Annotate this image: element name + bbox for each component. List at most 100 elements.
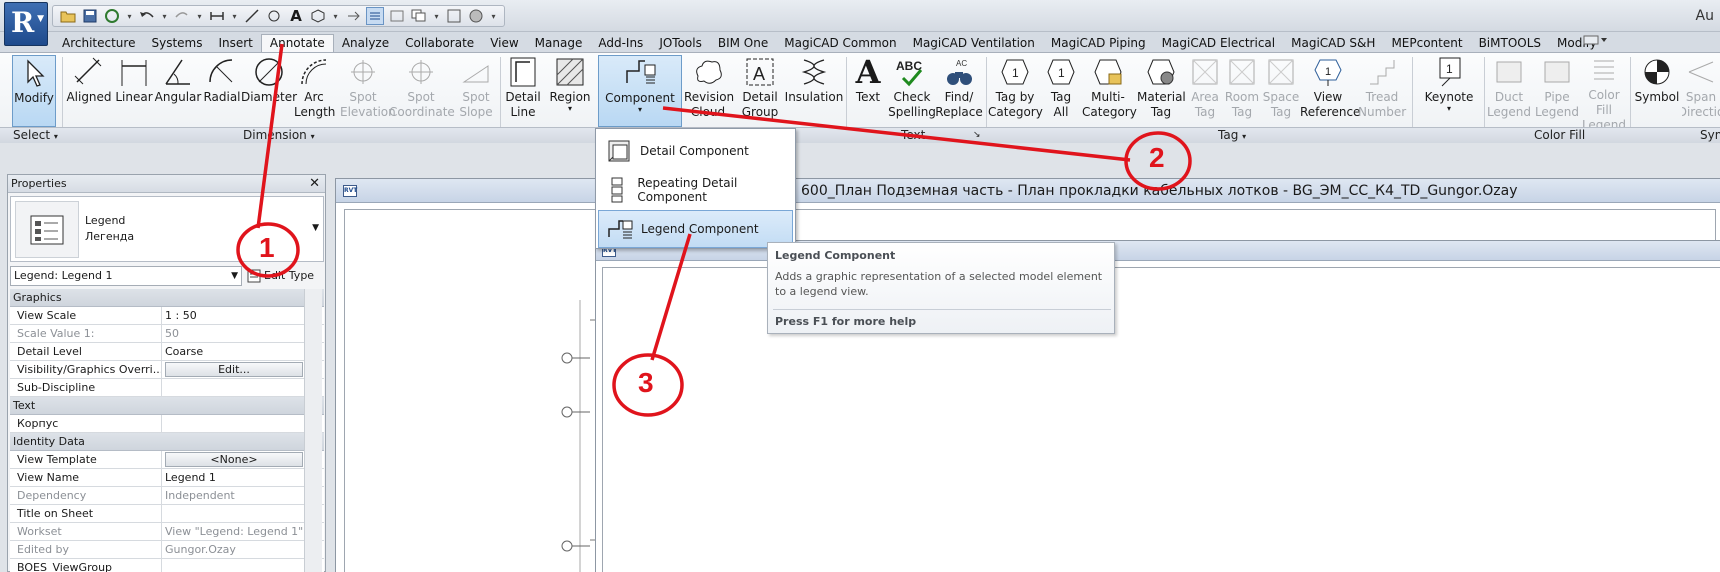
spot-coordinate-button[interactable]: Spot Coordinate	[388, 55, 455, 127]
measure-icon[interactable]	[208, 7, 226, 25]
detail-line-button[interactable]: Detail Line	[504, 55, 542, 127]
span-direction-button[interactable]: Span Directio	[1682, 55, 1720, 127]
radial-dimension-button[interactable]: Radial	[202, 55, 242, 127]
korpus-row[interactable]: Корпус	[10, 415, 324, 433]
linear-dimension-button[interactable]: Linear	[114, 55, 154, 127]
tab-jotools[interactable]: JOTools	[651, 35, 710, 52]
text-button[interactable]: A Text	[850, 55, 886, 127]
thin-lines-icon[interactable]	[366, 7, 384, 25]
detail-group-button[interactable]: A Detail Group	[736, 55, 784, 127]
detail-level-row[interactable]: Detail Level Coarse	[10, 343, 324, 361]
tab-architecture[interactable]: Architecture	[54, 35, 143, 52]
redo-icon[interactable]	[173, 7, 191, 25]
material-tag-button[interactable]: Material Tag	[1136, 55, 1186, 127]
section-icon[interactable]	[344, 7, 362, 25]
spot-slope-button[interactable]: Spot Slope	[456, 55, 496, 127]
keynote-button[interactable]: 1 Keynote ▾	[1422, 55, 1476, 127]
modify-button[interactable]: Modify	[12, 55, 56, 127]
tab-add-ins[interactable]: Add-Ins	[590, 35, 651, 52]
aligned-dimension-button[interactable]: Aligned	[66, 55, 112, 127]
tab-analyze[interactable]: Analyze	[334, 35, 397, 52]
open-icon[interactable]	[59, 7, 77, 25]
region-button[interactable]: Region ▾	[546, 55, 594, 127]
view-title-bar[interactable]: RVT 600_План Подземная часть - План прок…	[336, 179, 1720, 203]
tab-magicad-s-h[interactable]: MagiCAD S&H	[1283, 35, 1383, 52]
settings-icon[interactable]	[467, 7, 485, 25]
space-tag-button[interactable]: Space Tag	[1262, 55, 1300, 127]
edit-type-button[interactable]: Edit Type	[247, 266, 324, 286]
undo-icon[interactable]	[138, 7, 156, 25]
title-on-sheet-row[interactable]: Title on Sheet	[10, 505, 324, 523]
application-menu-button[interactable]: R ▼	[4, 2, 48, 46]
tag-all-button[interactable]: 1 Tag All	[1044, 55, 1078, 127]
sub-discipline-row[interactable]: Sub-Discipline	[10, 379, 324, 397]
detail-component-item[interactable]: Detail Component	[598, 132, 793, 170]
duct-legend-button[interactable]: Duct Legend	[1486, 55, 1532, 127]
instance-filter-dropdown[interactable]: Legend: Legend 1 ▼	[10, 266, 242, 286]
diameter-dimension-button[interactable]: Diameter	[241, 55, 297, 127]
tab-bim-one[interactable]: BIM One	[710, 35, 776, 52]
aligned-dim-icon[interactable]	[243, 7, 261, 25]
3d-view-icon[interactable]	[309, 7, 327, 25]
tag-by-category-button[interactable]: 1 Tag by Category	[988, 55, 1043, 127]
visibility-edit-button[interactable]: Edit...	[165, 362, 303, 377]
tab-insert[interactable]: Insert	[210, 35, 260, 52]
tread-number-button[interactable]: Tread Number	[1358, 55, 1406, 127]
chevron-down-icon[interactable]: ▾	[125, 7, 134, 25]
properties-scrollbar[interactable]	[304, 289, 322, 572]
tab-collaborate[interactable]: Collaborate	[397, 35, 482, 52]
tab-manage[interactable]: Manage	[527, 35, 591, 52]
multi-category-tag-button[interactable]: Multi- Category	[1082, 55, 1137, 127]
view-reference-button[interactable]: 1 View Reference	[1300, 55, 1360, 127]
tab-magicad-electrical[interactable]: MagiCAD Electrical	[1154, 35, 1283, 52]
customize-qat-icon[interactable]: ▾	[489, 7, 498, 25]
check-spelling-button[interactable]: ABC Check Spelling	[888, 55, 936, 127]
text-icon[interactable]: A	[287, 7, 305, 25]
chevron-down-icon[interactable]: ▾	[195, 7, 204, 25]
room-tag-button[interactable]: Room Tag	[1224, 55, 1260, 127]
arc-length-dimension-button[interactable]: Arc Length	[294, 55, 335, 127]
find-replace-button[interactable]: AC Find/ Replace	[934, 55, 984, 127]
switch-windows-icon[interactable]	[410, 7, 428, 25]
tab-annotate[interactable]: Annotate	[260, 34, 334, 52]
chevron-down-icon[interactable]: ▾	[160, 7, 169, 25]
chevron-down-icon[interactable]: ▼	[312, 223, 319, 233]
tab-view[interactable]: View	[482, 35, 526, 52]
dimension-panel-label[interactable]: Dimension ▾	[243, 128, 315, 144]
graphics-group-header[interactable]: Graphics⌃	[10, 289, 324, 307]
properties-header[interactable]: Properties ✕	[8, 175, 325, 193]
repeating-detail-component-item[interactable]: Repeating Detail Component	[598, 171, 793, 209]
type-selector[interactable]: Legend Легенда ▼	[10, 196, 324, 262]
chevron-down-icon[interactable]: ▾	[331, 7, 340, 25]
legend-view-window[interactable]: RVT	[595, 240, 1720, 572]
view-name-row[interactable]: View Name Legend 1	[10, 469, 324, 487]
tag-icon[interactable]	[265, 7, 283, 25]
color-fill-legend-button[interactable]: Color Fill Legend	[1580, 55, 1628, 132]
chevron-down-icon[interactable]: ▾	[230, 7, 239, 25]
spot-elevation-button[interactable]: Spot Elevation	[340, 55, 396, 127]
dialog-launcher-icon[interactable]: ↘	[973, 128, 981, 143]
ribbon-minimize-toggle[interactable]	[1583, 34, 1613, 48]
insulation-button[interactable]: Insulation	[785, 55, 843, 127]
sync-icon[interactable]	[103, 7, 121, 25]
tag-panel-label[interactable]: Tag ▾	[1218, 128, 1246, 144]
select-panel-label[interactable]: Select ▾	[13, 128, 58, 144]
tab-mepcontent[interactable]: MEPcontent	[1383, 35, 1470, 52]
close-hidden-icon[interactable]	[388, 7, 406, 25]
symbol-button[interactable]: Symbol	[1634, 55, 1680, 127]
view-scale-row[interactable]: View Scale 1 : 50	[10, 307, 324, 325]
tab-magicad-ventilation[interactable]: MagiCAD Ventilation	[905, 35, 1043, 52]
view-template-button[interactable]: <None>	[165, 452, 303, 467]
viewgroup-row[interactable]: BOES_ViewGroup	[10, 559, 324, 572]
text-group-header[interactable]: Text	[10, 397, 324, 415]
identity-data-group-header[interactable]: Identity Data⌃	[10, 433, 324, 451]
tab-bimtools[interactable]: BiMTOOLS	[1471, 35, 1549, 52]
component-button[interactable]: Component ▾	[598, 55, 682, 127]
legend-component-item[interactable]: Legend Component	[598, 210, 793, 248]
window-icon[interactable]	[445, 7, 463, 25]
close-icon[interactable]: ✕	[309, 175, 320, 193]
tab-magicad-piping[interactable]: MagiCAD Piping	[1043, 35, 1154, 52]
save-icon[interactable]	[81, 7, 99, 25]
revision-cloud-button[interactable]: Revision Cloud	[684, 55, 734, 127]
tab-systems[interactable]: Systems	[143, 35, 210, 52]
